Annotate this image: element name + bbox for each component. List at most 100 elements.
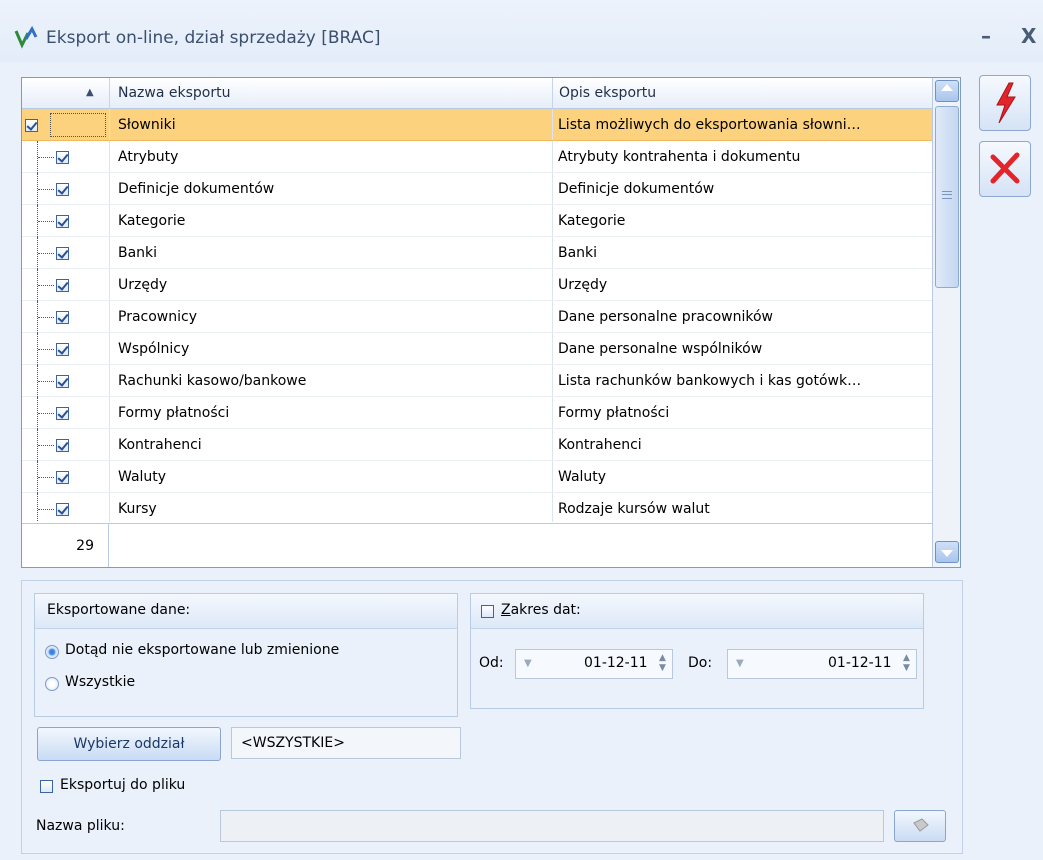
table-row[interactable]: Rachunki kasowo/bankowe Lista rachunków b… — [22, 365, 932, 397]
date-range-title[interactable]: Zakres dat: — [501, 602, 581, 618]
row-count: 29 — [22, 524, 109, 567]
row-description: Formy płatności — [558, 405, 670, 421]
radio-all-label[interactable]: Wszystkie — [65, 674, 135, 690]
tree-branch — [38, 445, 54, 447]
row-description: Dane personalne wspólników — [558, 341, 763, 357]
column-divider — [109, 237, 110, 268]
date-to-field[interactable]: ▼ 01-12-11 ▲ ▼ — [727, 649, 917, 679]
row-description: Lista możliwych do eksportowania słowni… — [558, 117, 861, 133]
column-header-name[interactable]: Nazwa eksportu — [110, 78, 553, 108]
exported-data-group: Eksportowane dane: Dotąd nie eksportowan… — [34, 593, 458, 717]
date-to-label: Do: — [688, 655, 713, 671]
row-name: Pracownicy — [118, 309, 197, 325]
tree-branch — [38, 157, 54, 159]
date-range-checkbox[interactable] — [481, 605, 494, 618]
date-from-spin-icon[interactable]: ▲ ▼ — [659, 653, 666, 673]
row-checkbox[interactable] — [56, 215, 69, 228]
export-window: Eksport on-line, dział sprzedaży [BRAC] … — [0, 0, 1043, 860]
grid-footer: 29 — [22, 523, 932, 567]
options-panel: Eksportowane dane: Dotąd nie eksportowan… — [21, 580, 963, 854]
table-row[interactable]: Słowniki Lista możliwych do eksportowania… — [22, 109, 932, 141]
row-description: Kontrahenci — [558, 437, 642, 453]
table-row[interactable]: Banki Banki — [22, 237, 932, 269]
row-checkbox[interactable] — [56, 279, 69, 292]
column-divider — [109, 461, 110, 492]
cancel-button[interactable] — [979, 141, 1031, 197]
row-description: Banki — [558, 245, 598, 261]
row-checkbox[interactable] — [56, 311, 69, 324]
table-row[interactable]: Formy płatności Formy płatności — [22, 397, 932, 429]
row-description: Rodzaje kursów walut — [558, 501, 710, 517]
table-row[interactable]: Pracownicy Dane personalne pracowników — [22, 301, 932, 333]
row-name: Rachunki kasowo/bankowe — [118, 373, 307, 389]
radio-not-exported[interactable] — [45, 645, 59, 659]
row-checkbox[interactable] — [56, 407, 69, 420]
close-window-button[interactable]: X — [1021, 24, 1036, 48]
date-to-spin-icon[interactable]: ▲ ▼ — [903, 653, 910, 673]
scroll-thumb[interactable] — [935, 106, 959, 288]
tree-branch — [38, 413, 54, 415]
table-row[interactable]: Atrybuty Atrybuty kontrahenta i dokumentu — [22, 141, 932, 173]
table-row[interactable]: Kontrahenci Kontrahenci — [22, 429, 932, 461]
row-checkbox[interactable] — [56, 471, 69, 484]
export-grid: ▲ Nazwa eksportu Opis eksportu Słowniki L… — [21, 77, 961, 568]
row-name: Definicje dokumentów — [118, 181, 275, 197]
choose-branch-button[interactable]: Wybierz oddział — [37, 727, 221, 761]
column-divider — [109, 429, 110, 460]
table-row[interactable]: Wspólnicy Dane personalne wspólników — [22, 333, 932, 365]
grid-scrollbar[interactable] — [932, 78, 960, 567]
folder-icon — [913, 818, 929, 832]
file-name-label: Nazwa pliku: — [36, 818, 125, 834]
export-app-icon — [14, 25, 38, 49]
row-description: Definicje dokumentów — [558, 181, 715, 197]
branch-field[interactable]: <WSZYSTKIE> — [231, 727, 461, 759]
row-checkbox[interactable] — [56, 183, 69, 196]
browse-file-button[interactable] — [894, 810, 946, 842]
table-row[interactable]: Definicje dokumentów Definicje dokumentów — [22, 173, 932, 205]
tree-branch — [38, 349, 54, 351]
row-name: Wspólnicy — [118, 341, 190, 357]
column-header-desc[interactable]: Opis eksportu — [553, 78, 932, 108]
scroll-up-button[interactable] — [935, 80, 959, 102]
row-name: Banki — [118, 245, 158, 261]
export-to-file-checkbox[interactable] — [40, 780, 53, 793]
column-divider — [109, 333, 110, 364]
row-checkbox[interactable] — [56, 247, 69, 260]
minimize-button[interactable]: – — [981, 24, 991, 48]
file-name-field[interactable] — [220, 810, 884, 842]
table-row[interactable]: Kursy Rodzaje kursów walut — [22, 493, 932, 522]
tree-branch — [38, 317, 54, 319]
branch-value: <WSZYSTKIE> — [241, 735, 345, 751]
scroll-down-button[interactable] — [935, 541, 959, 563]
table-row[interactable]: Urzędy Urzędy — [22, 269, 932, 301]
column-divider — [109, 493, 110, 522]
row-description: Kategorie — [558, 213, 626, 229]
date-range-group: Zakres dat: Od: ▼ 01-12-11 ▲ ▼ Do: ▼ 01-1… — [470, 593, 924, 709]
column-divider — [109, 205, 110, 236]
row-checkbox[interactable] — [56, 343, 69, 356]
root-focus-box — [50, 113, 106, 137]
row-name: Atrybuty — [118, 149, 179, 165]
radio-all[interactable] — [45, 677, 59, 691]
row-checkbox[interactable] — [56, 375, 69, 388]
exported-data-header: Eksportowane dane: — [35, 594, 457, 629]
row-checkbox[interactable] — [56, 151, 69, 164]
title-bar: Eksport on-line, dział sprzedaży [BRAC] … — [0, 0, 1043, 62]
execute-export-button[interactable] — [979, 75, 1031, 131]
column-divider — [109, 173, 110, 204]
sort-column-header[interactable]: ▲ — [22, 78, 110, 108]
lightning-icon — [996, 82, 1016, 124]
table-row[interactable]: Kategorie Kategorie — [22, 205, 932, 237]
row-checkbox[interactable] — [56, 439, 69, 452]
row-name: Kursy — [118, 501, 157, 517]
row-name: Słowniki — [118, 117, 176, 133]
tree-branch — [38, 509, 54, 511]
row-checkbox[interactable] — [56, 503, 69, 516]
export-to-file-label[interactable]: Eksportuj do pliku — [60, 777, 185, 793]
table-row[interactable]: Waluty Waluty — [22, 461, 932, 493]
date-from-field[interactable]: ▼ 01-12-11 ▲ ▼ — [515, 649, 673, 679]
grid-rows: Słowniki Lista możliwych do eksportowania… — [22, 109, 932, 522]
radio-not-exported-label[interactable]: Dotąd nie eksportowane lub zmienione — [65, 642, 339, 658]
row-checkbox[interactable] — [25, 119, 38, 132]
close-x-icon — [990, 152, 1020, 184]
